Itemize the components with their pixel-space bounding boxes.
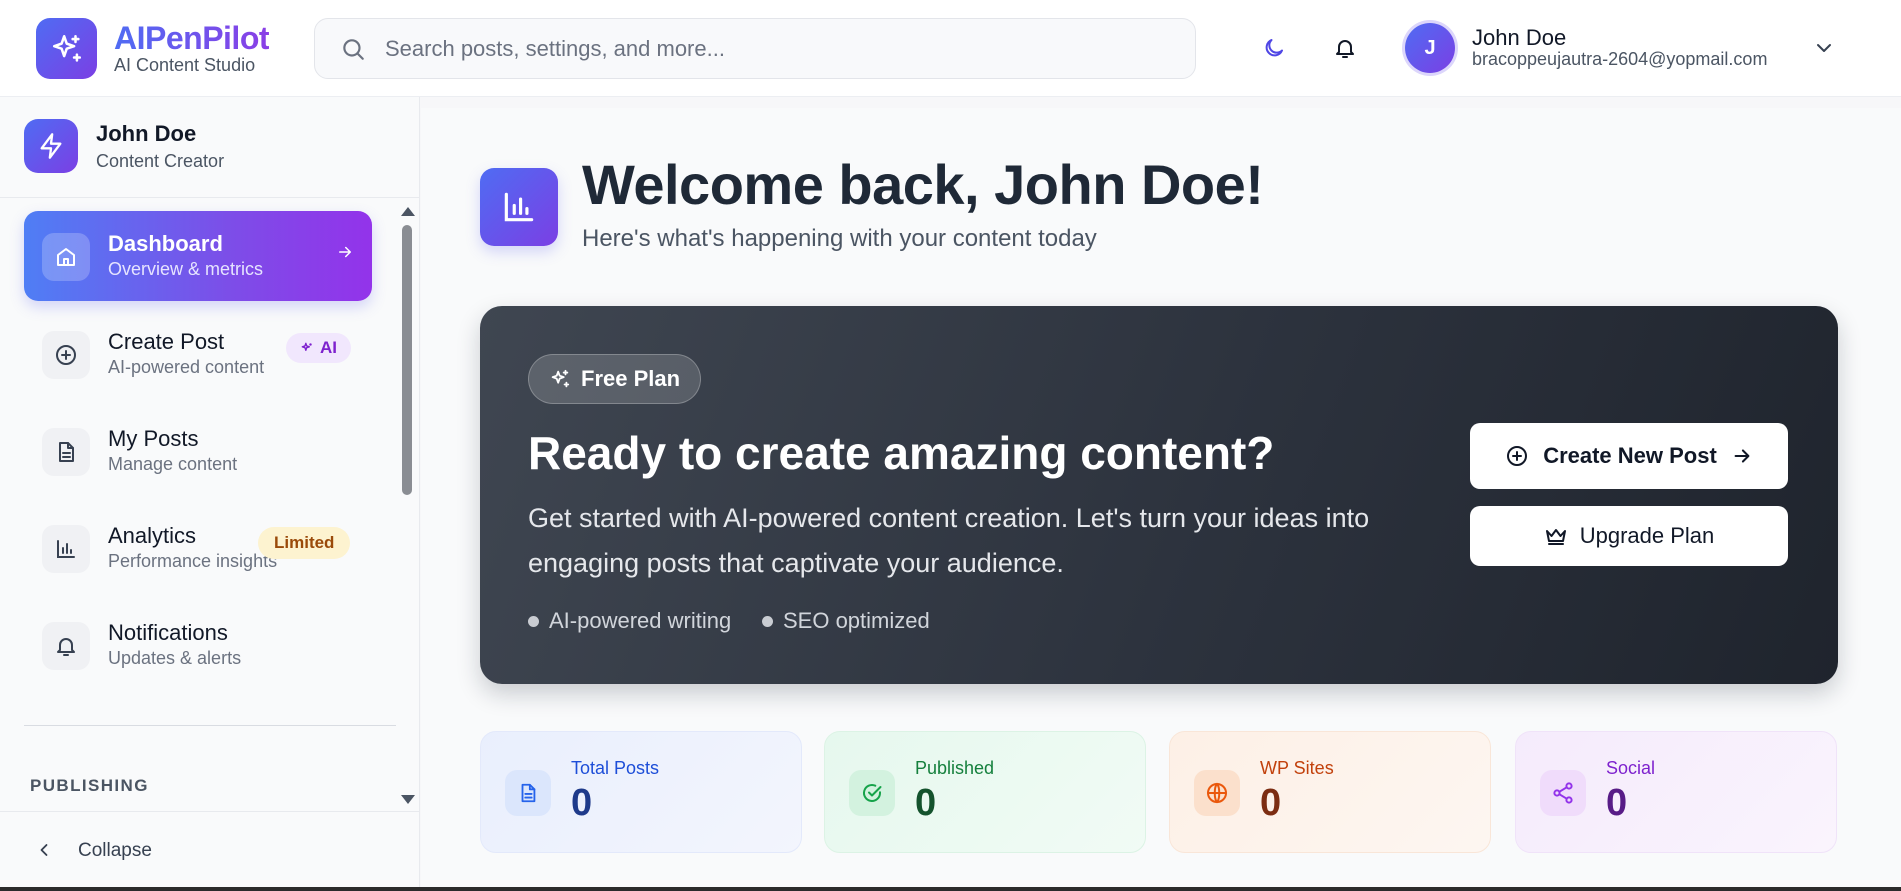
bolt-badge [24,119,78,173]
sidebar-item-my-posts[interactable]: My Posts Manage content [24,406,372,496]
document-icon [505,770,551,816]
sidebar-user-role: Content Creator [96,151,225,171]
arrow-right-icon [336,243,354,266]
stat-card-published[interactable]: Published 0 [824,731,1146,853]
hero-description: Get started with AI-powered content crea… [528,503,1370,578]
share-icon [1540,770,1586,816]
section-label-publishing: PUBLISHING [30,776,149,795]
stat-card-wp-sites[interactable]: WP Sites 0 [1169,731,1491,853]
create-new-post-label: Create New Post [1543,443,1717,468]
sidebar-item-analytics[interactable]: Analytics Performance insights Limited [24,503,372,593]
feature-item: SEO optimized [762,608,930,634]
sidebar-item-label: Analytics [108,523,197,548]
sidebar-item-notifications[interactable]: Notifications Updates & alerts [24,600,372,690]
page-subtitle: Here's what's happening with your conten… [582,225,1097,252]
plan-badge-text: Free Plan [581,366,681,391]
page-title: Welcome back, John Doe! [582,153,1264,216]
sidebar-item-label: Create Post [108,329,225,354]
sidebar-item-sub: Overview & metrics [108,259,264,279]
top-header: AIPenPilot AI Content Studio J John Doe … [0,0,1901,97]
sidebar-divider [24,725,396,726]
feature-label: AI-powered writing [549,608,732,633]
stat-value: 0 [1606,782,1628,824]
sidebar-item-label: My Posts [108,426,199,451]
upgrade-plan-button[interactable]: Upgrade Plan [1470,506,1788,566]
hero-card: Free Plan Ready to create amazing conten… [480,306,1838,684]
limited-badge: Limited [258,527,351,559]
search-input[interactable] [385,35,1165,62]
scroll-up-arrow[interactable] [401,207,415,216]
collapse-label: Collapse [78,840,152,861]
bell-icon [1336,40,1354,58]
stat-card-social[interactable]: Social 0 [1515,731,1837,853]
brand-name: AIPenPilot [114,20,270,56]
home-icon [42,233,90,281]
sidebar-user-card: John Doe Content Creator [0,97,419,198]
check-circle-icon [849,770,895,816]
plus-circle-icon [42,331,90,379]
bullet-dot [528,615,539,627]
bolt-icon [40,133,62,159]
avatar[interactable]: J [1405,23,1455,73]
sidebar-item-sub: Performance insights [108,551,278,571]
stat-value: 0 [571,782,593,824]
bell-icon [42,622,90,670]
window-bottom-edge [0,887,1901,891]
bullet-dot [762,615,773,627]
sidebar-scrollbar-thumb[interactable] [402,225,412,495]
stat-label: WP Sites [1260,758,1334,778]
stat-card-total-posts[interactable]: Total Posts 0 [480,731,802,853]
sidebar-item-create-post[interactable]: Create Post AI-powered content AI [24,309,372,399]
moon-icon [1265,39,1283,57]
sidebar-user-name: John Doe [96,121,197,146]
sparkles-icon [52,34,81,62]
header-user-email: bracoppeujautra-2604@yopmail.com [1472,49,1768,69]
sidebar-item-sub: Updates & alerts [108,648,242,668]
hero-title: Ready to create amazing content? [528,427,1275,479]
chevron-left-icon [34,840,54,865]
upgrade-plan-label: Upgrade Plan [1579,523,1715,548]
plan-badge: Free Plan [528,354,702,404]
feature-label: SEO optimized [783,608,930,633]
sparkles-icon [301,342,312,352]
ai-badge: AI [286,333,351,363]
ai-badge-text: AI [320,338,337,357]
chevron-down-icon [1817,44,1831,52]
stat-label: Published [915,758,995,778]
arrow-right-icon [1734,449,1750,463]
sidebar-item-sub: Manage content [108,454,238,474]
stat-value: 0 [1260,782,1282,824]
search-icon [339,35,367,63]
dark-mode-toggle[interactable] [1256,30,1292,66]
sparkles-icon [551,369,570,388]
document-icon [42,428,90,476]
stat-label: Social [1606,758,1656,778]
user-menu-toggle[interactable] [1812,36,1836,65]
sidebar-item-label: Notifications [108,620,228,645]
bar-chart-icon [504,192,534,222]
sidebar-item-label: Dashboard [108,231,223,256]
header-user-name[interactable]: John Doe [1472,25,1566,51]
crown-icon [1545,529,1566,545]
feature-item: AI-powered writing [528,608,731,634]
plus-circle-icon [1507,446,1528,466]
brand-logo[interactable] [36,18,97,79]
search-bar [314,18,1196,79]
sidebar-item-sub: AI-powered content [108,357,265,377]
welcome-badge [480,168,558,246]
brand-tagline: AI Content Studio [114,55,256,75]
globe-icon [1194,770,1240,816]
notifications-button[interactable] [1327,30,1363,66]
sidebar: John Doe Content Creator Dashboard Overv… [0,97,420,891]
scroll-down-arrow[interactable] [401,795,415,804]
sidebar-item-dashboard[interactable]: Dashboard Overview & metrics [24,211,372,301]
collapse-button[interactable]: Collapse [0,811,419,891]
bar-chart-icon [42,525,90,573]
stat-label: Total Posts [571,758,660,778]
create-new-post-button[interactable]: Create New Post [1470,423,1788,489]
stat-value: 0 [915,782,937,824]
